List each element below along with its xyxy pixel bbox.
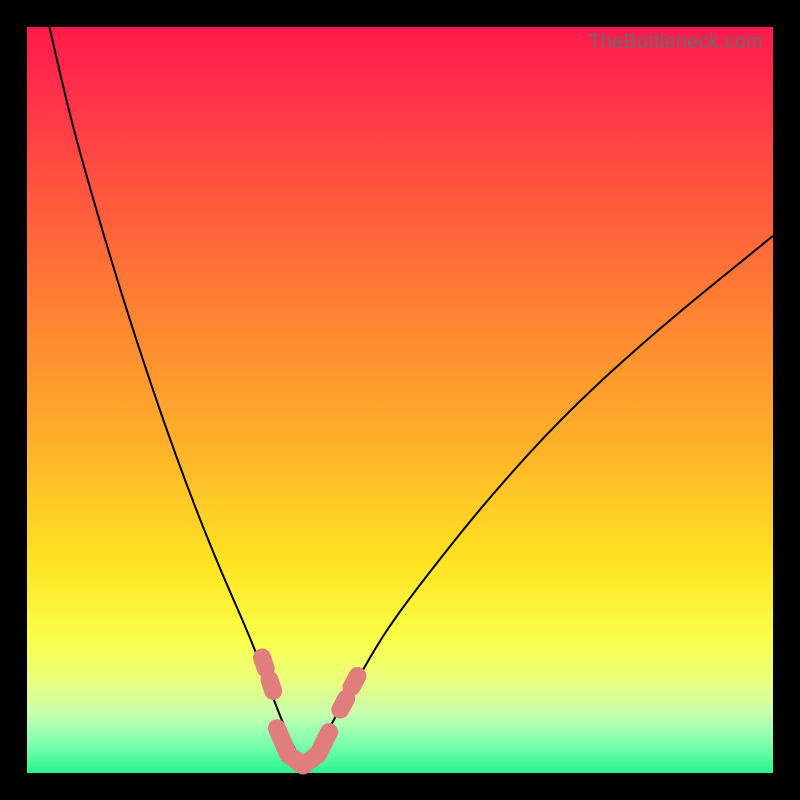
bottleneck-curve [49, 27, 773, 761]
highlight-left-upper-dash [262, 657, 266, 668]
outer-frame: TheBottleneck.com [0, 0, 800, 800]
highlight-right-lower-dash [340, 698, 346, 709]
highlight-right-upper-dash [352, 676, 358, 687]
highlight-group [262, 657, 358, 765]
highlight-left-lower-dash [270, 680, 274, 691]
highlight-bottom-run [277, 728, 329, 765]
plot-area: TheBottleneck.com [27, 27, 773, 773]
chart-svg [27, 27, 773, 773]
